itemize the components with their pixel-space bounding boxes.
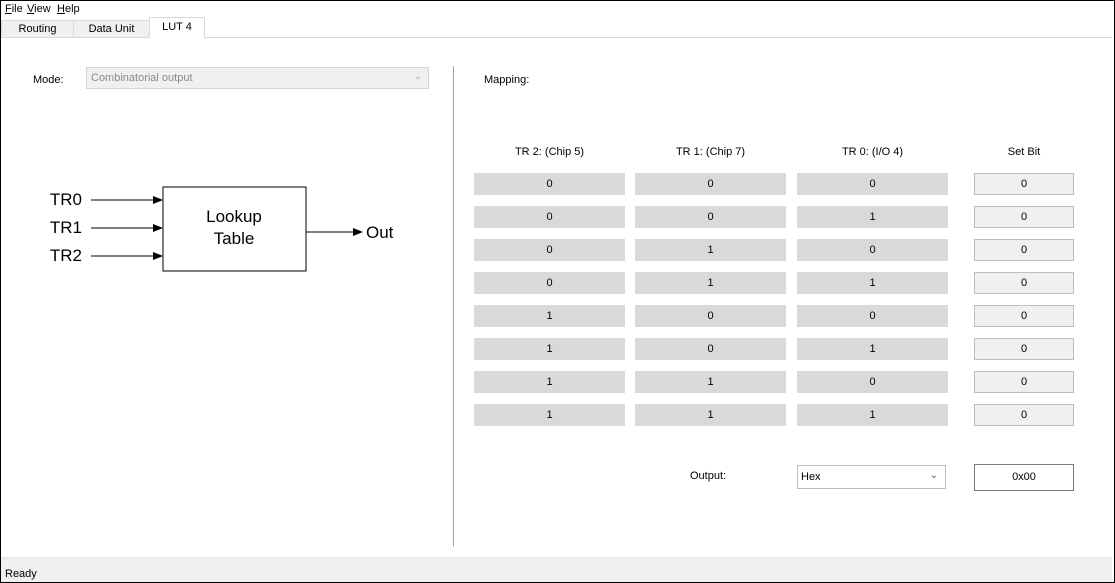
diagram-input-tr0: TR0 bbox=[50, 190, 82, 209]
cell-tr0: 0 bbox=[797, 371, 948, 393]
tab-strip: Routing Data Unit LUT 4 bbox=[1, 17, 1112, 38]
mapping-label: Mapping: bbox=[484, 74, 530, 86]
menu-view[interactable]: View bbox=[27, 3, 51, 15]
cell-tr1: 0 bbox=[635, 305, 786, 327]
set-bit-field[interactable]: 0 bbox=[974, 338, 1074, 360]
output-label: Output: bbox=[690, 470, 727, 482]
cell-tr1: 1 bbox=[635, 272, 786, 294]
cell-tr1: 0 bbox=[635, 173, 786, 195]
cell-tr2: 0 bbox=[474, 272, 625, 294]
cell-tr1: 0 bbox=[635, 206, 786, 228]
output-value-field[interactable]: 0x00 bbox=[974, 464, 1074, 491]
cell-tr0: 1 bbox=[797, 338, 948, 360]
cell-tr0: 1 bbox=[797, 272, 948, 294]
cell-tr1: 1 bbox=[635, 239, 786, 261]
diagram-input-tr1: TR1 bbox=[50, 218, 82, 237]
menu-file[interactable]: File bbox=[5, 3, 23, 15]
diagram-input-tr2: TR2 bbox=[50, 246, 82, 265]
cell-tr2: 1 bbox=[474, 371, 625, 393]
cell-tr1: 0 bbox=[635, 338, 786, 360]
status-bar: Ready bbox=[1, 557, 1112, 582]
output-format-select[interactable]: Hex ⌄ bbox=[797, 465, 946, 489]
cell-tr1: 1 bbox=[635, 371, 786, 393]
cell-tr0: 1 bbox=[797, 404, 948, 426]
mode-select[interactable]: Combinatorial output ⌄ bbox=[86, 67, 429, 89]
lut-diagram: TR0 TR1 TR2 Lookup Table Out bbox=[30, 160, 410, 283]
set-bit-field[interactable]: 0 bbox=[974, 239, 1074, 261]
cell-tr0: 1 bbox=[797, 206, 948, 228]
output-format-value: Hex bbox=[801, 471, 821, 483]
mode-label: Mode: bbox=[33, 74, 64, 86]
set-bit-field[interactable]: 0 bbox=[974, 404, 1074, 426]
set-bit-field[interactable]: 0 bbox=[974, 305, 1074, 327]
cell-tr2: 1 bbox=[474, 338, 625, 360]
lookup-table-label-line2: Table bbox=[214, 229, 255, 248]
menu-help[interactable]: Help bbox=[57, 3, 80, 15]
lookup-table-label-line1: Lookup bbox=[206, 207, 262, 226]
cell-tr0: 0 bbox=[797, 173, 948, 195]
chevron-down-icon: ⌄ bbox=[929, 470, 938, 481]
header-tr1: TR 1: (Chip 7) bbox=[675, 146, 746, 158]
set-bit-field[interactable]: 0 bbox=[974, 206, 1074, 228]
panel-divider bbox=[453, 66, 454, 546]
status-text: Ready bbox=[5, 568, 37, 580]
set-bit-field[interactable]: 0 bbox=[974, 272, 1074, 294]
set-bit-field[interactable]: 0 bbox=[974, 371, 1074, 393]
cell-tr2: 0 bbox=[474, 206, 625, 228]
header-tr2: TR 2: (Chip 5) bbox=[514, 146, 585, 158]
diagram-output: Out bbox=[366, 223, 394, 242]
mode-select-value: Combinatorial output bbox=[91, 72, 193, 84]
cell-tr2: 0 bbox=[474, 239, 625, 261]
cell-tr0: 0 bbox=[797, 305, 948, 327]
tab-lut4[interactable]: LUT 4 bbox=[149, 17, 205, 38]
tab-data-unit[interactable]: Data Unit bbox=[73, 20, 150, 37]
cell-tr2: 1 bbox=[474, 305, 625, 327]
header-set-bit: Set Bit bbox=[1007, 146, 1041, 158]
header-tr0: TR 0: (I/O 4) bbox=[841, 146, 904, 158]
cell-tr0: 0 bbox=[797, 239, 948, 261]
menu-bar: File View Help bbox=[1, 1, 1112, 17]
chevron-down-icon: ⌄ bbox=[413, 71, 422, 82]
cell-tr2: 1 bbox=[474, 404, 625, 426]
cell-tr2: 0 bbox=[474, 173, 625, 195]
cell-tr1: 1 bbox=[635, 404, 786, 426]
tab-routing[interactable]: Routing bbox=[1, 20, 74, 37]
set-bit-field[interactable]: 0 bbox=[974, 173, 1074, 195]
